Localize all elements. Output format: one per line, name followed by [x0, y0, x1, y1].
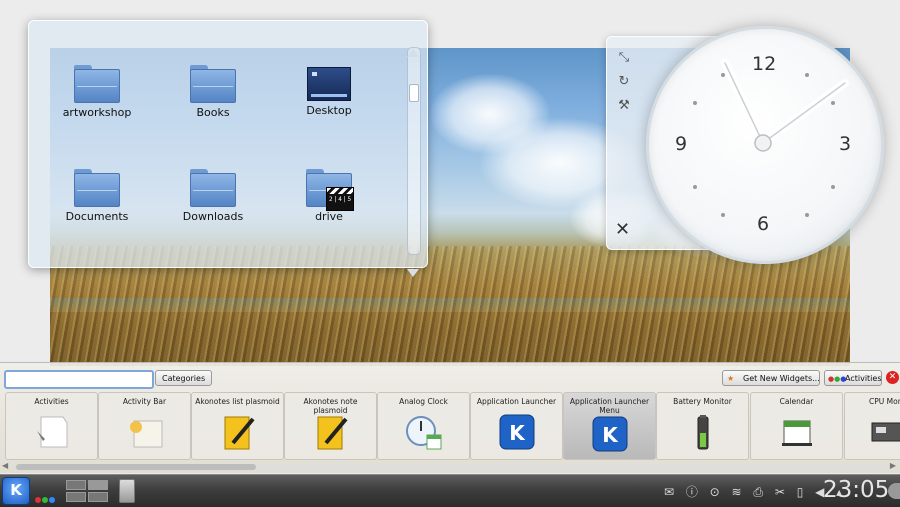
- widget-item-calendar[interactable]: Calendar: [750, 392, 843, 460]
- folder-item[interactable]: Desktop: [279, 65, 379, 117]
- folder-label: Documents: [65, 210, 129, 223]
- clock-icon: [405, 416, 441, 450]
- folder-view-widget[interactable]: artworkshop Books Desktop Documents Down…: [28, 20, 428, 277]
- widget-item-application-launcher-menu[interactable]: Application Launcher Menu K: [563, 392, 656, 460]
- video-folder-icon: 2|4|5: [306, 169, 354, 211]
- panel-toolbox-icon[interactable]: [888, 483, 900, 499]
- clock-hands: [720, 58, 849, 152]
- widget-item-battery-monitor[interactable]: Battery Monitor: [656, 392, 749, 460]
- widget-name: Application Launcher: [476, 397, 557, 406]
- notepad-icon: [224, 416, 255, 450]
- task-manager-icon[interactable]: [119, 479, 135, 503]
- widget-scrollbar[interactable]: ◀ ▶: [2, 461, 898, 471]
- calendar-icon: [781, 420, 812, 446]
- folder-icon: [190, 169, 236, 207]
- widget-name: Analog Clock: [399, 397, 448, 406]
- notepad-icon: [317, 416, 348, 450]
- kde-menu-button[interactable]: K: [2, 477, 30, 505]
- widget-name: Battery Monitor: [673, 397, 732, 406]
- get-new-widgets-label: Get New Widgets...: [743, 374, 820, 383]
- get-new-widgets-button[interactable]: ★ Get New Widgets...: [722, 370, 820, 386]
- scrollbar-thumb[interactable]: [409, 84, 419, 102]
- widget-explorer: Categories ★ Get New Widgets... ●●● Acti…: [0, 362, 900, 473]
- cpu-icon: [871, 422, 900, 442]
- widget-item-akonotes-list[interactable]: Akonotes list plasmoid: [191, 392, 284, 460]
- close-explorer-icon[interactable]: ✕: [886, 371, 899, 384]
- svg-text:K: K: [509, 421, 526, 445]
- widget-item-activity-bar[interactable]: Activity Bar: [98, 392, 191, 460]
- folder-item[interactable]: Downloads: [163, 169, 263, 223]
- folder-item[interactable]: 2|4|5 drive: [279, 169, 379, 223]
- activities-button[interactable]: ●●● Activities: [824, 370, 882, 386]
- folder-label: drive: [315, 210, 343, 223]
- folder-icon: [74, 169, 120, 207]
- widget-item-activities[interactable]: Activities: [5, 392, 98, 460]
- folder-label: artworkshop: [62, 106, 132, 119]
- desktop-icon: [307, 67, 351, 101]
- desktop-pager[interactable]: [66, 480, 110, 502]
- scroll-right-icon[interactable]: ▶: [890, 461, 896, 470]
- widget-item-application-launcher[interactable]: Application Launcher K: [470, 392, 563, 460]
- folder-label: Downloads: [182, 210, 244, 223]
- folder-icon: [74, 65, 120, 103]
- widget-name: Activity Bar: [122, 397, 167, 406]
- folder-item[interactable]: artworkshop: [47, 65, 147, 119]
- search-input[interactable]: [4, 370, 154, 389]
- settings-icon[interactable]: ⚒: [617, 99, 631, 113]
- analog-clock[interactable]: 12 3 6 9: [646, 26, 884, 264]
- rotate-icon[interactable]: ↻: [617, 75, 631, 89]
- taskbar: K ✉ ⓘ ⊙ ≋ ⎙ ✂ ▯ ◀ ▴ 23:05: [0, 474, 900, 507]
- widget-name: Akonotes list plasmoid: [195, 397, 280, 406]
- scroll-up-icon[interactable]: [407, 49, 419, 57]
- scroll-left-icon[interactable]: ◀: [2, 461, 8, 470]
- widget-name: CPU Mon: [869, 397, 900, 406]
- folder-label: Desktop: [306, 104, 352, 117]
- activities-icon: ●●●: [828, 375, 847, 383]
- resize-icon[interactable]: ⤡: [617, 51, 631, 65]
- folder-item[interactable]: Books: [163, 65, 263, 119]
- scroll-down-icon[interactable]: [407, 269, 419, 277]
- activities-icon[interactable]: [35, 488, 56, 507]
- widget-item-analog-clock[interactable]: Analog Clock: [377, 392, 470, 460]
- activity-bar-icon: [129, 420, 162, 448]
- battery-icon: [697, 415, 708, 450]
- close-icon[interactable]: ✕: [615, 219, 630, 240]
- widget-item-akonotes-note[interactable]: Akonotes note plasmoid: [284, 392, 377, 460]
- folder-item[interactable]: Documents: [47, 169, 147, 223]
- digital-clock[interactable]: 23:05: [823, 477, 889, 503]
- svg-text:K: K: [602, 423, 619, 447]
- categories-button[interactable]: Categories: [155, 370, 213, 386]
- widget-name: Calendar: [779, 397, 814, 406]
- kde-logo-icon: K: [10, 481, 22, 499]
- star-icon: ★: [727, 374, 735, 383]
- activities-icon: [36, 416, 67, 448]
- widget-item-cpu-monitor[interactable]: CPU Mon: [844, 392, 900, 460]
- folder-icon: [190, 65, 236, 103]
- folder-scrollbar[interactable]: [407, 47, 421, 255]
- activities-label: Activities: [845, 374, 882, 383]
- kde-icon: K: [592, 416, 627, 452]
- widget-name: Application Launcher Menu: [569, 397, 650, 415]
- widget-name: Activities: [34, 397, 69, 406]
- scrollbar-thumb[interactable]: [16, 464, 256, 470]
- kde-icon: K: [499, 414, 534, 450]
- folder-label: Books: [196, 106, 230, 119]
- system-tray[interactable]: ✉ ⓘ ⊙ ≋ ⎙ ✂ ▯ ◀ ▴: [664, 483, 846, 500]
